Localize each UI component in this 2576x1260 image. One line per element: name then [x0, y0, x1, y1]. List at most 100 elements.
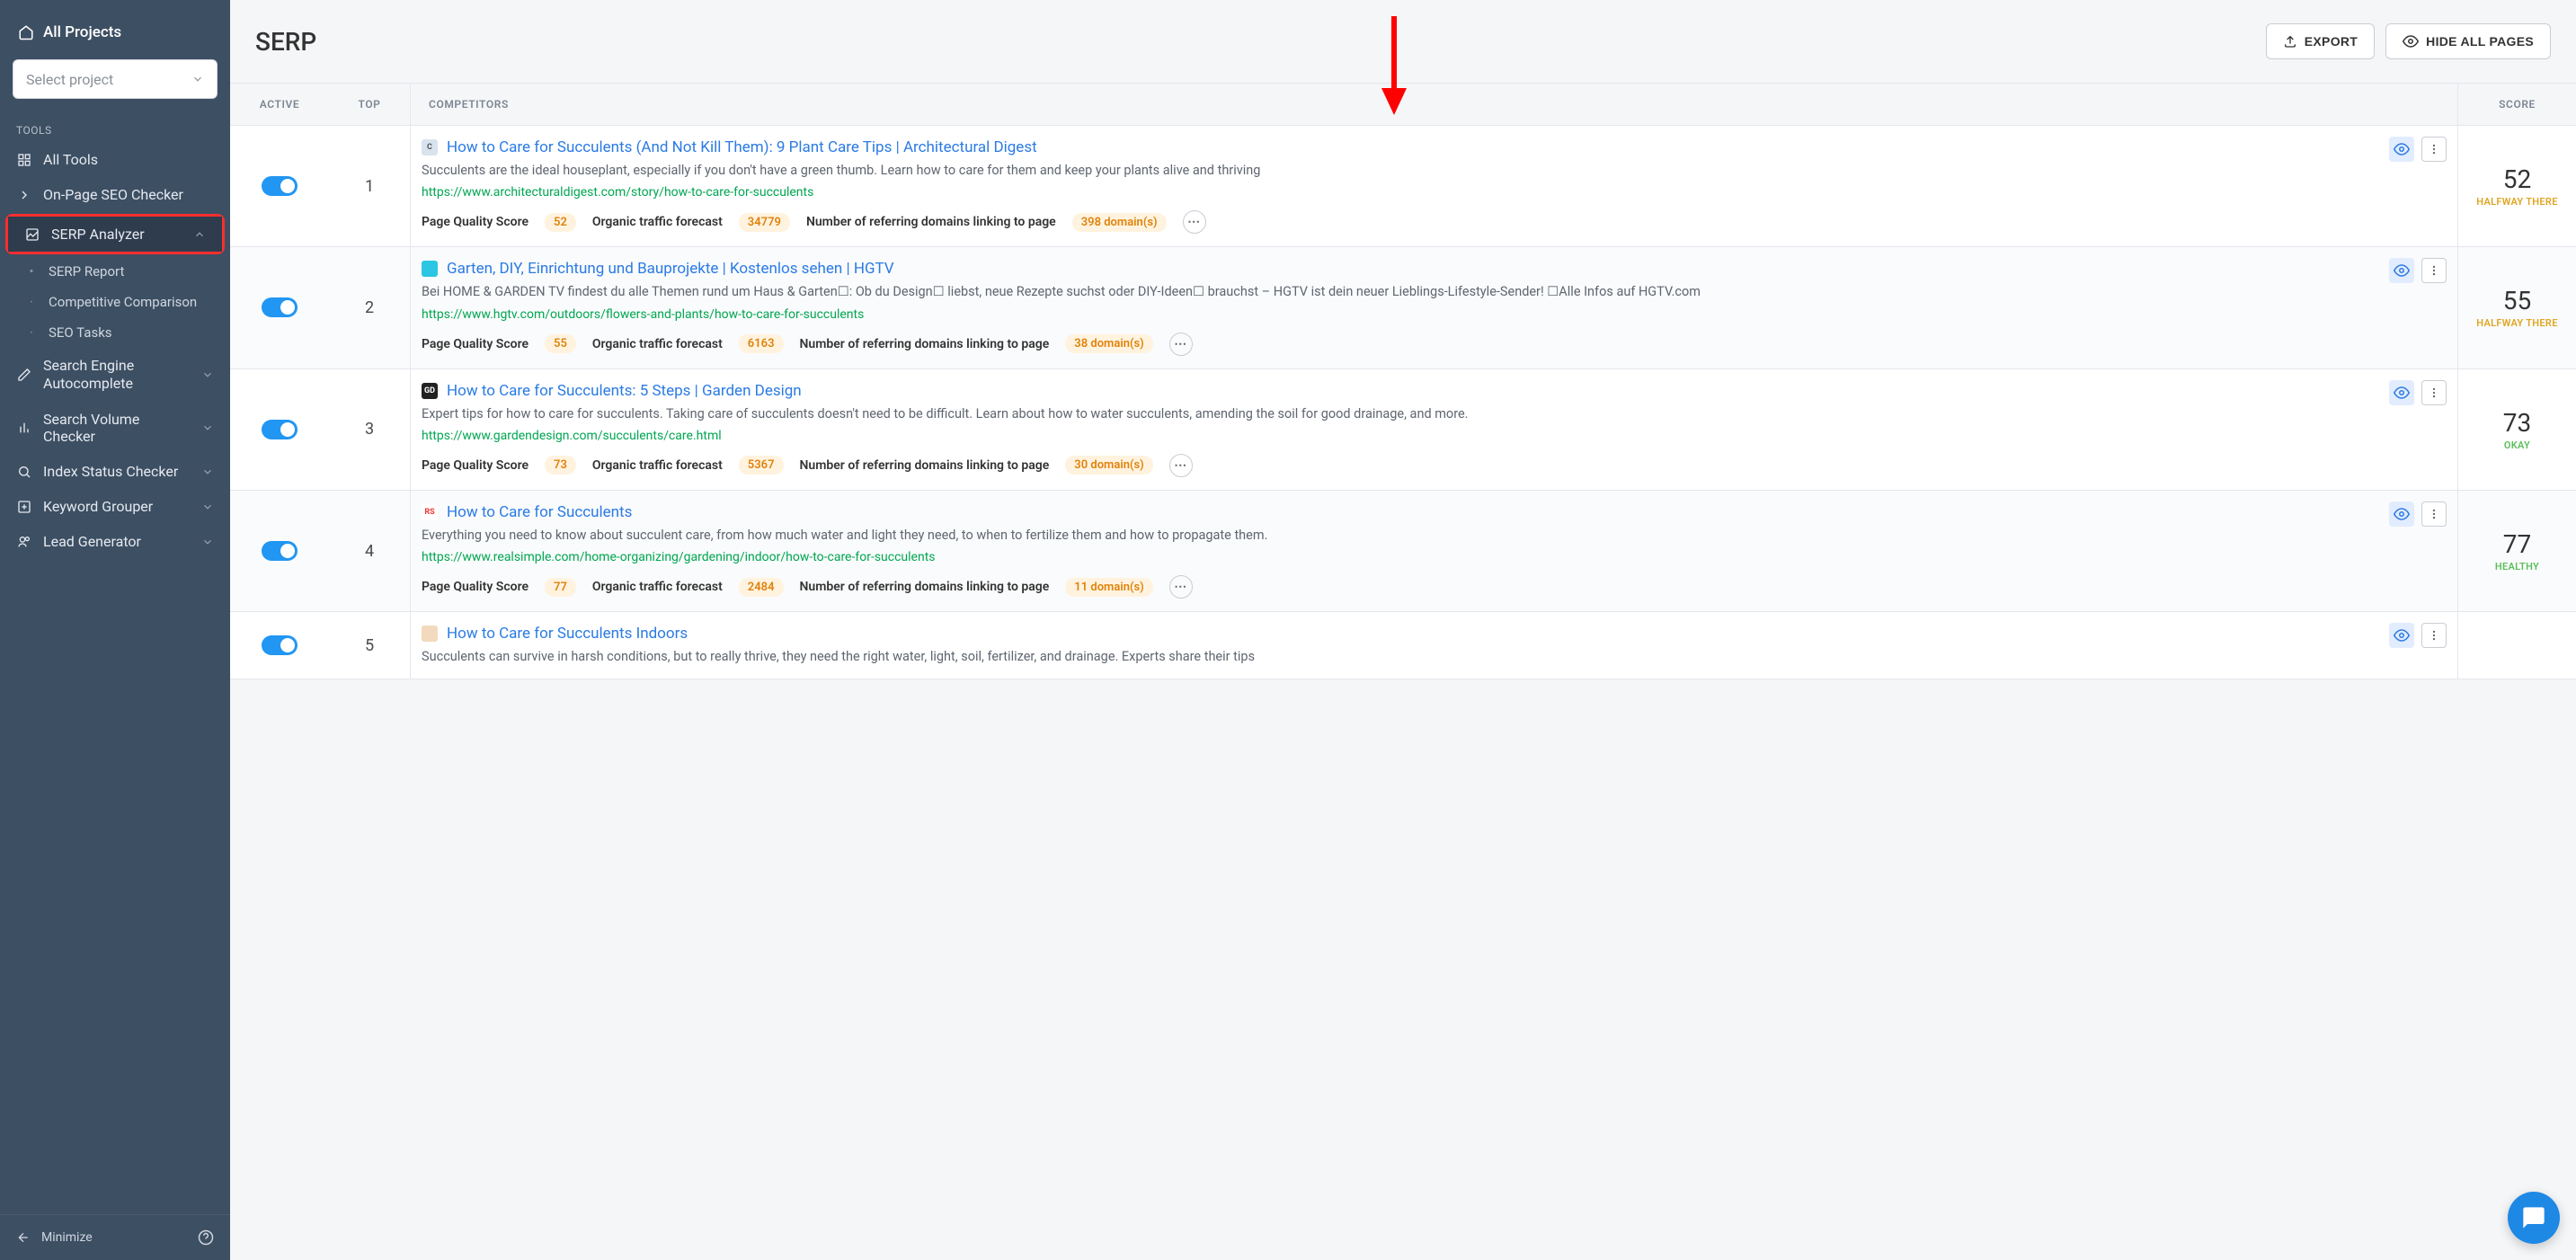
result-description: Succulents can survive in harsh conditio…: [422, 648, 2439, 666]
sub-serp-report[interactable]: • SERP Report: [7, 256, 230, 287]
sub-label: SERP Report: [49, 263, 124, 280]
all-projects-label: All Projects: [43, 23, 121, 41]
result-description: Bei HOME & GARDEN TV findest du alle The…: [422, 283, 2439, 301]
score-label: HALFWAY THERE: [2476, 317, 2557, 329]
eye-icon: [2403, 33, 2419, 49]
nav-all-tools[interactable]: All Tools: [0, 142, 230, 177]
col-competitors-header: COMPETITORS: [410, 84, 2457, 125]
result-title-link[interactable]: How to Care for Succulents Indoors: [447, 625, 688, 643]
result-url[interactable]: https://www.architecturaldigest.com/stor…: [422, 185, 2439, 200]
plus-square-icon: [16, 499, 32, 515]
table-row: 5 How to Care for Succulents Indoors Suc…: [230, 612, 2576, 679]
pencil-icon: [16, 367, 32, 383]
chevron-down-icon: [201, 536, 214, 548]
nav-autocomplete[interactable]: Search Engine Autocomplete: [0, 348, 230, 402]
domains-value: 11 domain(s): [1065, 578, 1152, 597]
nav-serp-analyzer[interactable]: SERP Analyzer: [8, 217, 222, 252]
active-toggle[interactable]: [262, 176, 298, 196]
more-menu-button[interactable]: [2421, 380, 2447, 405]
hide-all-button[interactable]: HIDE ALL PAGES: [2385, 23, 2551, 59]
pqs-label: Page Quality Score: [422, 458, 529, 473]
result-description: Expert tips for how to care for succulen…: [422, 405, 2439, 423]
nav-volume-checker[interactable]: Search Volume Checker: [0, 402, 230, 454]
traffic-value: 5367: [739, 456, 784, 475]
result-url[interactable]: https://www.hgtv.com/outdoors/flowers-an…: [422, 307, 2439, 322]
favicon: RS: [422, 504, 438, 520]
col-active-header: ACTIVE: [230, 84, 329, 125]
more-metrics-button[interactable]: ⋯: [1169, 575, 1193, 599]
grid-icon: [16, 152, 32, 168]
traffic-label: Organic traffic forecast: [592, 215, 723, 229]
nav-label: Lead Generator: [43, 533, 141, 550]
sub-seo-tasks[interactable]: · SEO Tasks: [7, 317, 230, 348]
more-menu-button[interactable]: [2421, 258, 2447, 283]
result-title-link[interactable]: How to Care for Succulents: [447, 503, 632, 521]
result-url[interactable]: https://www.realsimple.com/home-organizi…: [422, 550, 2439, 564]
score-value: 73: [2503, 408, 2531, 438]
referring-label: Number of referring domains linking to p…: [800, 337, 1050, 351]
users-icon: [16, 534, 32, 550]
rank-cell: 5: [329, 612, 410, 679]
nav-label: Index Status Checker: [43, 463, 178, 480]
more-menu-button[interactable]: [2421, 623, 2447, 648]
arrow-left-icon: [16, 1230, 31, 1245]
hide-all-label: HIDE ALL PAGES: [2426, 34, 2534, 49]
result-url[interactable]: https://www.gardendesign.com/succulents/…: [422, 429, 2439, 443]
active-toggle[interactable]: [262, 297, 298, 317]
nav-onpage-seo[interactable]: On-Page SEO Checker: [0, 177, 230, 212]
rank-cell: 2: [329, 247, 410, 368]
domains-value: 398 domain(s): [1072, 213, 1167, 232]
export-button[interactable]: EXPORT: [2266, 23, 2375, 59]
more-menu-button[interactable]: [2421, 137, 2447, 162]
bar-chart-icon: [16, 420, 32, 436]
traffic-value: 2484: [739, 578, 784, 597]
sub-label: Competitive Comparison: [49, 294, 197, 310]
chevron-down-icon: [201, 501, 214, 513]
more-metrics-button[interactable]: ⋯: [1183, 210, 1206, 234]
help-icon[interactable]: [198, 1229, 214, 1246]
referring-label: Number of referring domains linking to p…: [800, 458, 1050, 473]
traffic-label: Organic traffic forecast: [592, 458, 723, 473]
visibility-button[interactable]: [2389, 623, 2414, 648]
result-title-link[interactable]: How to Care for Succulents: 5 Steps | Ga…: [447, 382, 802, 400]
visibility-button[interactable]: [2389, 258, 2414, 283]
page-title: SERP: [255, 27, 316, 57]
home-icon: [18, 24, 34, 40]
sidebar: All Projects Select project TOOLS All To…: [0, 0, 230, 1260]
bullet-icon: •: [23, 263, 40, 280]
result-title-link[interactable]: How to Care for Succulents (And Not Kill…: [447, 138, 1037, 156]
active-toggle[interactable]: [262, 635, 298, 655]
all-projects-link[interactable]: All Projects: [13, 16, 218, 49]
score-value: 77: [2503, 529, 2531, 559]
project-select-placeholder: Select project: [26, 71, 113, 88]
visibility-button[interactable]: [2389, 380, 2414, 405]
nav-keyword-grouper[interactable]: Keyword Grouper: [0, 489, 230, 524]
result-description: Everything you need to know about succul…: [422, 527, 2439, 545]
chevron-down-icon: [201, 368, 214, 381]
more-metrics-button[interactable]: ⋯: [1169, 454, 1193, 477]
domains-value: 30 domain(s): [1065, 456, 1152, 475]
score-value: 55: [2503, 286, 2531, 315]
nav-lead-generator[interactable]: Lead Generator: [0, 524, 230, 559]
nav-index-checker[interactable]: Index Status Checker: [0, 454, 230, 489]
active-toggle[interactable]: [262, 420, 298, 439]
visibility-button[interactable]: [2389, 501, 2414, 527]
visibility-button[interactable]: [2389, 137, 2414, 162]
sub-label: SEO Tasks: [49, 324, 112, 341]
minimize-sidebar[interactable]: Minimize: [0, 1214, 230, 1260]
chat-widget[interactable]: [2508, 1192, 2560, 1244]
more-menu-button[interactable]: [2421, 501, 2447, 527]
more-metrics-button[interactable]: ⋯: [1169, 333, 1193, 356]
active-toggle[interactable]: [262, 541, 298, 561]
result-title-link[interactable]: Garten, DIY, Einrichtung und Bauprojekte…: [447, 260, 894, 278]
sub-competitive[interactable]: · Competitive Comparison: [7, 287, 230, 317]
chevron-down-icon: [201, 421, 214, 434]
chart-icon: [24, 226, 40, 243]
nav-label: Search Engine Autocomplete: [43, 357, 191, 393]
favicon: GD: [422, 383, 438, 399]
serp-analyzer-submenu: • SERP Report · Competitive Comparison ·…: [0, 256, 230, 348]
traffic-label: Organic traffic forecast: [592, 337, 723, 351]
score-label: HEALTHY: [2495, 561, 2539, 572]
project-select[interactable]: Select project: [13, 59, 218, 99]
table-row: 3 GD How to Care for Succulents: 5 Steps…: [230, 369, 2576, 491]
